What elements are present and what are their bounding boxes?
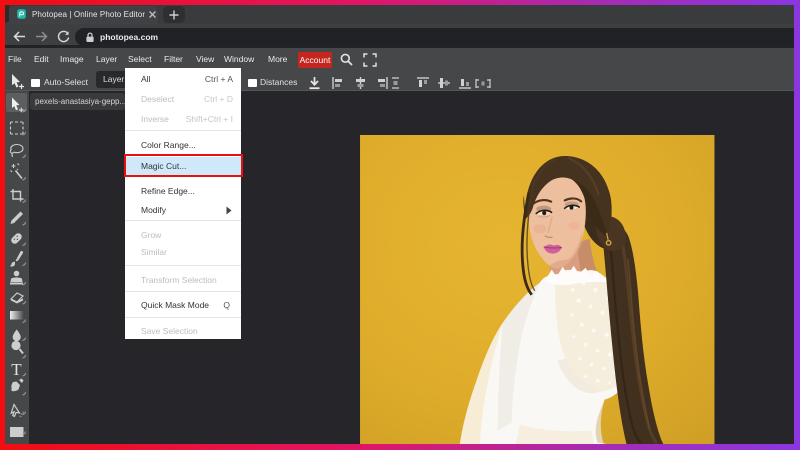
svg-text:T: T [11, 360, 22, 379]
